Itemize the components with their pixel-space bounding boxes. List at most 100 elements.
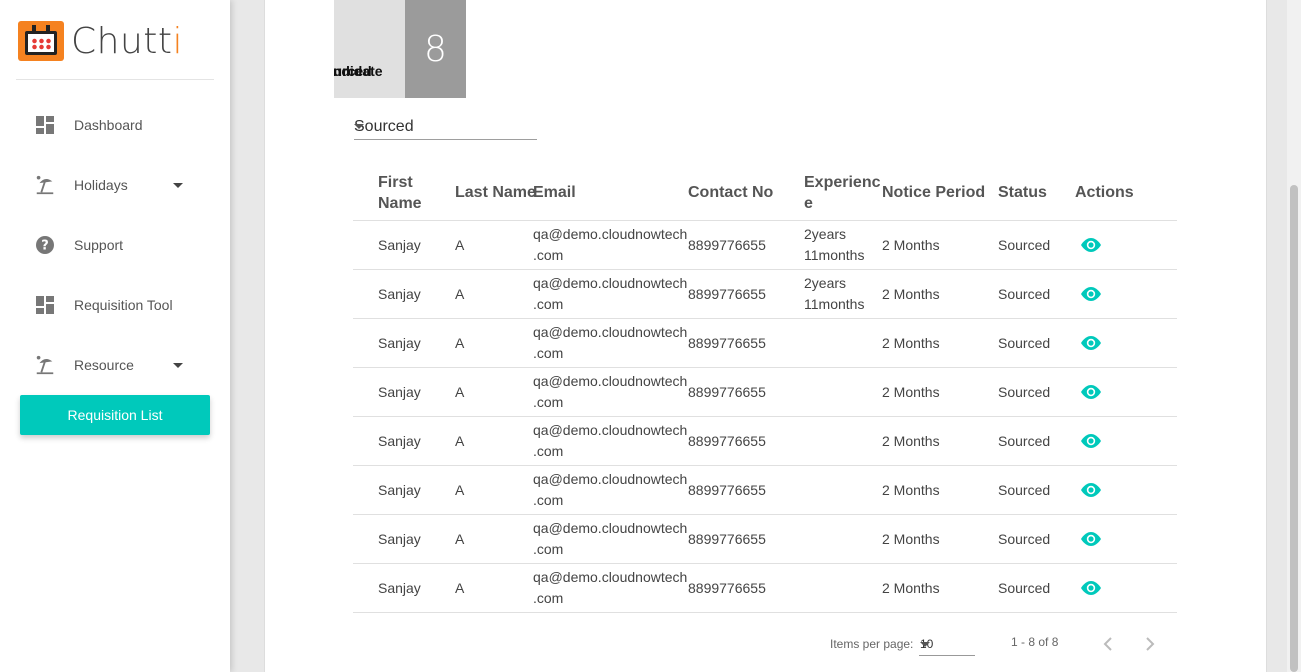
cell-email: qa@demo.cloudnowtech .com	[533, 520, 688, 557]
candidates-table: First Name Last Name Email Contact No Exp…	[353, 162, 1177, 613]
cell-contact: 8899776655	[688, 286, 766, 302]
header-status[interactable]: Status	[998, 182, 1047, 203]
table-row: Sanjay Aqa@demo.cloudnowtech .com 889977665…	[353, 368, 1177, 417]
cell-contact: 8899776655	[688, 580, 766, 596]
calendar-logo-icon	[18, 21, 64, 61]
cell-status: Sourced	[998, 482, 1051, 498]
cell-email: qa@demo.cloudnowtech .com	[533, 422, 688, 459]
table-row: Sanjay Aqa@demo.cloudnowtech .com 889977665…	[353, 564, 1177, 613]
cell-status: Sourced	[998, 531, 1051, 547]
cell-last-name: A	[455, 482, 465, 498]
status-filter-select[interactable]: Sourced	[354, 112, 537, 140]
cell-status: Sourced	[998, 384, 1051, 400]
sidebar-divider	[16, 79, 214, 80]
page-scrollbar[interactable]	[1287, 0, 1301, 672]
eye-icon[interactable]	[1079, 285, 1103, 303]
next-page-button[interactable]	[1137, 632, 1161, 656]
eye-icon[interactable]	[1079, 481, 1103, 499]
cell-last-name: A	[455, 384, 465, 400]
dashboard-icon	[34, 114, 56, 136]
chevron-right-icon	[1146, 637, 1155, 651]
cell-notice-period: 2 Months	[882, 531, 940, 547]
page-range-label: 1 - 8 of 8	[1011, 635, 1059, 649]
sidebar-item-label: Holidays	[74, 177, 128, 193]
cell-experience: 2years 11months	[804, 275, 865, 312]
sidebar-item-label: Resource	[74, 357, 134, 373]
dashboard-icon	[34, 294, 56, 316]
header-last-name[interactable]: Last Name	[455, 182, 536, 203]
header-first-name[interactable]: First Name	[378, 172, 422, 214]
cell-contact: 8899776655	[688, 335, 766, 351]
table-header: First Name Last Name Email Contact No Exp…	[353, 162, 1177, 221]
eye-icon[interactable]	[1079, 530, 1103, 548]
cell-email: qa@demo.cloudnowtech .com	[533, 324, 688, 361]
header-experience[interactable]: Experienc e	[804, 172, 880, 214]
cell-first-name: Sanjay	[378, 433, 421, 449]
sidebar-item-label: Requisition Tool	[74, 297, 173, 313]
sidebar-item-requisition-list[interactable]: Requisition List	[20, 395, 210, 435]
eye-icon[interactable]	[1079, 579, 1103, 597]
table-body: Sanjay Aqa@demo.cloudnowtech .com 889977665…	[353, 221, 1177, 613]
cell-first-name: Sanjay	[378, 580, 421, 596]
eye-icon[interactable]	[1079, 334, 1103, 352]
cell-status: Sourced	[998, 237, 1051, 253]
cell-notice-period: 2 Months	[882, 384, 940, 400]
cell-first-name: Sanjay	[378, 237, 421, 253]
sidebar-item-resource[interactable]: Resource	[0, 345, 230, 385]
caret-down-icon	[173, 362, 183, 368]
sidebar-item-requisition-tool[interactable]: Requisition Tool	[0, 285, 230, 325]
cell-first-name: Sanjay	[378, 531, 421, 547]
sidebar-item-holidays[interactable]: Holidays	[0, 165, 230, 205]
scrollbar-thumb[interactable]	[1290, 185, 1298, 672]
cell-status: Sourced	[998, 580, 1051, 596]
eye-icon[interactable]	[1079, 236, 1103, 254]
cell-status: Sourced	[998, 433, 1051, 449]
cell-first-name: Sanjay	[378, 335, 421, 351]
sidebar: Chutti Dashboard Holidays ? Support Requ…	[0, 0, 230, 672]
cell-status: Sourced	[998, 335, 1051, 351]
cell-notice-period: 2 Months	[882, 335, 940, 351]
cell-contact: 8899776655	[688, 433, 766, 449]
cell-contact: 8899776655	[688, 237, 766, 253]
help-icon: ?	[34, 234, 56, 256]
items-per-page-select[interactable]: 10	[919, 630, 975, 656]
brand[interactable]: Chutti	[18, 20, 183, 62]
table-row: Sanjay Aqa@demo.cloudnowtech .com 889977665…	[353, 466, 1177, 515]
table-row: Sanjay Aqa@demo.cloudnowtech .com 889977665…	[353, 319, 1177, 368]
previous-page-button[interactable]	[1097, 632, 1121, 656]
sidebar-item-label: Requisition List	[67, 407, 163, 423]
cell-notice-period: 2 Months	[882, 433, 940, 449]
cell-last-name: A	[455, 433, 465, 449]
cell-notice-period: 2 Months	[882, 286, 940, 302]
sourced-candidate-stat: ourcedandidate 8	[334, 0, 466, 98]
cell-experience: 2years 11months	[804, 226, 865, 263]
cell-notice-period: 2 Months	[882, 580, 940, 596]
header-notice-period[interactable]: Notice Period	[882, 182, 985, 203]
cell-last-name: A	[455, 335, 465, 351]
cell-contact: 8899776655	[688, 482, 766, 498]
cell-status: Sourced	[998, 286, 1051, 302]
cell-notice-period: 2 Months	[882, 482, 940, 498]
cell-email: qa@demo.cloudnowtech .com	[533, 373, 688, 410]
eye-icon[interactable]	[1079, 432, 1103, 450]
cell-email: qa@demo.cloudnowtech .com	[533, 569, 688, 606]
sidebar-item-dashboard[interactable]: Dashboard	[0, 105, 230, 145]
cell-last-name: A	[455, 531, 465, 547]
cell-contact: 8899776655	[688, 384, 766, 400]
table-row: Sanjay Aqa@demo.cloudnowtech .com 889977665…	[353, 417, 1177, 466]
cell-email: qa@demo.cloudnowtech .com	[533, 226, 688, 263]
header-email[interactable]: Email	[533, 182, 576, 203]
caret-down-icon	[354, 124, 364, 129]
items-per-page-label: Items per page:	[830, 637, 914, 651]
table-row: Sanjay Aqa@demo.cloudnowtech .com 889977665…	[353, 221, 1177, 270]
paginator: Items per page: 10 1 - 8 of 8	[830, 628, 1170, 658]
sidebar-item-support[interactable]: ? Support	[0, 225, 230, 265]
cell-first-name: Sanjay	[378, 482, 421, 498]
cell-notice-period: 2 Months	[882, 237, 940, 253]
cell-first-name: Sanjay	[378, 384, 421, 400]
header-contact[interactable]: Contact No	[688, 182, 773, 203]
caret-down-icon	[920, 642, 930, 647]
eye-icon[interactable]	[1079, 383, 1103, 401]
cell-email: qa@demo.cloudnowtech .com	[533, 471, 688, 508]
sidebar-item-label: Dashboard	[74, 117, 143, 133]
